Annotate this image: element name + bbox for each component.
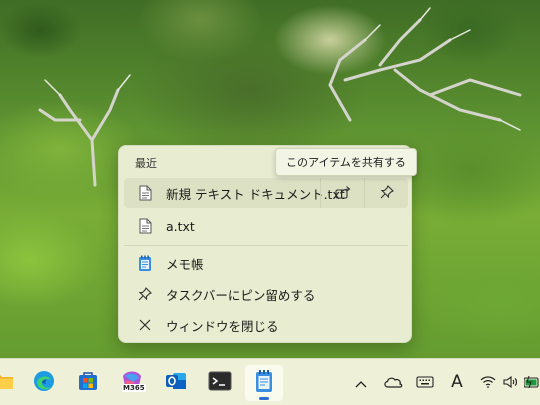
network-button[interactable] [478, 369, 498, 395]
taskbar-app-microsoft-365[interactable]: M365 [113, 365, 151, 401]
recent-item-label: a.txt [166, 218, 195, 234]
open-notepad-item[interactable]: メモ帳 [124, 248, 408, 278]
pin-icon [134, 287, 156, 301]
text-file-icon [134, 185, 156, 201]
outlook-icon [165, 370, 187, 396]
battery-icon [524, 373, 540, 392]
active-app-indicator [259, 397, 269, 400]
folder-icon [0, 372, 14, 394]
recent-item-a-txt[interactable]: a.txt [124, 211, 408, 241]
share-button[interactable] [320, 178, 364, 208]
terminal-icon [208, 371, 232, 395]
recent-section-title: 最近 [135, 157, 157, 170]
ime-icon: A [451, 372, 463, 392]
wifi-icon [480, 373, 496, 392]
notepad-icon [254, 369, 274, 397]
store-icon [77, 370, 99, 396]
touch-keyboard-button[interactable] [413, 369, 437, 395]
close-icon [134, 319, 156, 331]
m365-icon: M365 [119, 370, 146, 396]
text-file-icon [134, 218, 156, 234]
pin-icon [380, 184, 394, 203]
taskbar: M365 A [0, 358, 540, 405]
chevron-up-icon [355, 373, 367, 392]
task-label: メモ帳 [166, 256, 204, 272]
recent-item-label: 新規 テキスト ドキュメント.txt [166, 186, 345, 202]
show-hidden-icons-button[interactable] [352, 369, 370, 395]
keyboard-icon [416, 373, 434, 392]
taskbar-app-edge[interactable] [25, 365, 63, 401]
taskbar-app-file-explorer[interactable] [0, 365, 22, 401]
m365-badge: M365 [122, 384, 146, 392]
onedrive-icon [383, 373, 403, 392]
volume-icon [503, 373, 519, 392]
pin-to-list-button[interactable] [364, 178, 408, 208]
close-window-item[interactable]: ウィンドウを閉じる [124, 310, 408, 340]
recent-item-new-text-document[interactable]: 新規 テキスト ドキュメント.txt [124, 178, 408, 208]
battery-button[interactable] [524, 369, 540, 395]
notepad-icon [134, 255, 156, 272]
taskbar-app-outlook[interactable] [157, 365, 195, 401]
taskbar-app-notepad[interactable] [245, 365, 283, 401]
pin-to-taskbar-item[interactable]: タスクバーにピン留めする [124, 279, 408, 309]
task-label: ウィンドウを閉じる [166, 318, 279, 334]
onedrive-button[interactable] [381, 369, 405, 395]
ime-button[interactable]: A [445, 369, 469, 395]
task-label: タスクバーにピン留めする [166, 287, 316, 303]
share-tooltip: このアイテムを共有する [275, 148, 417, 176]
taskbar-app-microsoft-store[interactable] [69, 365, 107, 401]
edge-icon [33, 370, 55, 396]
volume-button[interactable] [501, 369, 521, 395]
taskbar-app-terminal[interactable] [201, 365, 239, 401]
jump-list-divider [124, 245, 408, 246]
share-icon [334, 184, 351, 203]
